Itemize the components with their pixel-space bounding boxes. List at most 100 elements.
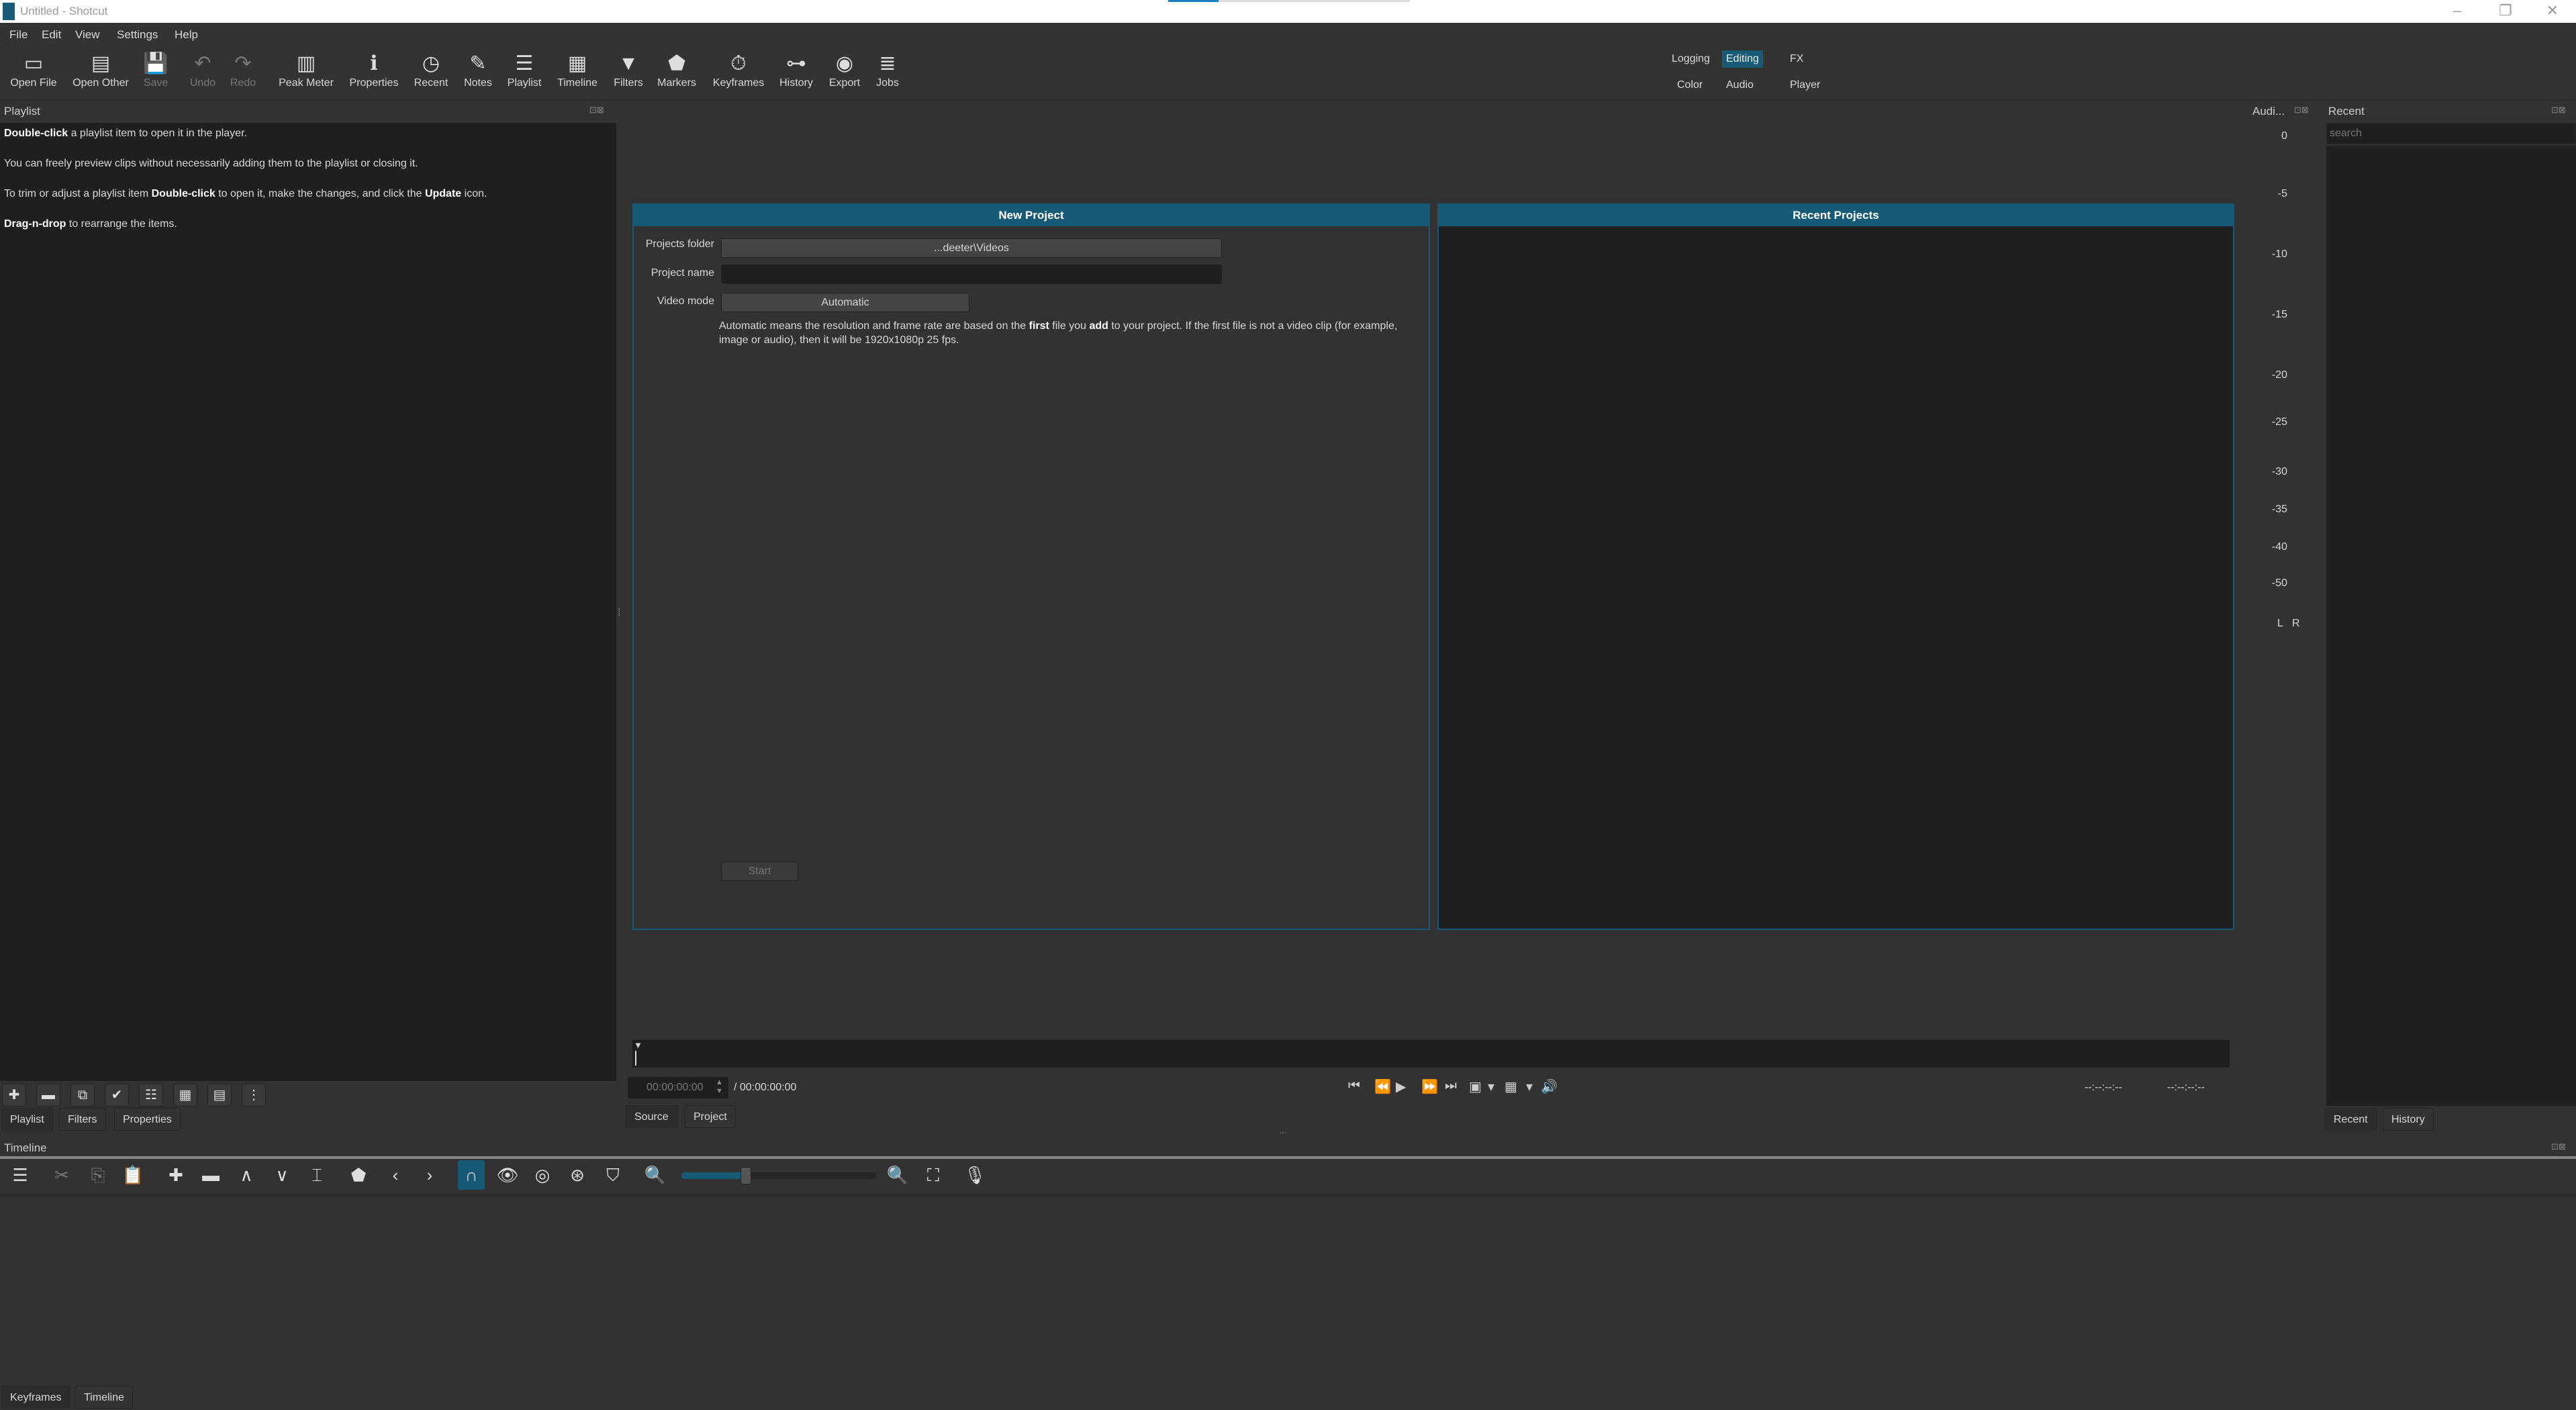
toolbar-label: Filters: [614, 77, 643, 89]
toolbar-label: Timeline: [557, 77, 598, 89]
title-bar: Untitled - Shotcut – ❐ ✕: [0, 0, 2576, 23]
zoom-out-icon[interactable]: 🔍: [642, 1160, 669, 1190]
prev-marker-icon[interactable]: ‹: [382, 1160, 409, 1190]
meter-tick-label: -35: [2271, 504, 2287, 515]
minimize-button[interactable]: –: [2444, 2, 2471, 19]
toolbar-peak-meter-button[interactable]: ▥ Peak Meter: [273, 50, 340, 89]
recent-search-input[interactable]: [2326, 123, 2576, 144]
timeline-zoom-slider[interactable]: [681, 1167, 876, 1184]
start-button[interactable]: Start: [721, 861, 798, 881]
tab-recent-recent[interactable]: Recent: [2325, 1108, 2377, 1131]
menu-file[interactable]: File: [9, 28, 28, 42]
cut-icon[interactable]: ✂: [48, 1160, 75, 1190]
dock-resize-handle[interactable]: ⋯: [1279, 1128, 1287, 1137]
tab-left-properties[interactable]: Properties: [114, 1108, 181, 1131]
project-name-input[interactable]: [721, 265, 1222, 284]
toolbar-label: Jobs: [876, 77, 899, 89]
toolbar-jobs-button[interactable]: ≣ Jobs: [854, 50, 921, 89]
fast-forward-icon[interactable]: ⏩: [1421, 1078, 1438, 1095]
scrub-bar[interactable]: ▼: [632, 1040, 2230, 1068]
workspace-player[interactable]: Player: [1786, 77, 1824, 94]
dock-float-close-icons[interactable]: ⊡⊠: [2551, 105, 2566, 115]
skip-start-icon[interactable]: ⏮: [1348, 1078, 1360, 1094]
dock-float-close-icons[interactable]: ⊡⊠: [2294, 105, 2309, 115]
paste-icon[interactable]: 📋: [120, 1160, 146, 1190]
menu-view[interactable]: View: [75, 28, 100, 42]
text-run: icon.: [461, 188, 487, 199]
snap-icon[interactable]: ∩: [458, 1160, 485, 1190]
tab-bottom-keyframes[interactable]: Keyframes: [1, 1386, 70, 1409]
toolbar-label: Notes: [464, 77, 492, 89]
ripple-icon[interactable]: ◎: [529, 1160, 556, 1190]
scrub-icon[interactable]: 👁: [494, 1160, 521, 1190]
zoom-in-icon[interactable]: 🔍: [884, 1160, 911, 1190]
toolbar-label: Keyframes: [712, 77, 765, 89]
zoom-menu-icon[interactable]: ▾: [1488, 1078, 1494, 1095]
append-icon[interactable]: ✚: [162, 1160, 189, 1190]
toolbar-open-file-button[interactable]: ▭ Open File: [0, 50, 67, 89]
menu-settings[interactable]: Settings: [117, 28, 158, 42]
split-icon[interactable]: ⌶: [303, 1160, 330, 1190]
playlist-remove-button[interactable]: ▬: [36, 1084, 60, 1107]
toolbar-keyframes-button[interactable]: ⏱ Keyframes: [705, 50, 772, 89]
playlist-help-line: Double-click a playlist item to open it …: [4, 127, 612, 140]
playlist-add-button[interactable]: ✚: [2, 1084, 26, 1107]
workspace-color[interactable]: Color: [1673, 77, 1707, 94]
toolbar-redo-button[interactable]: ↷ Redo: [209, 50, 277, 89]
grid-menu-icon[interactable]: ▾: [1526, 1078, 1533, 1095]
playlist-menu-button[interactable]: ⋮: [242, 1084, 266, 1107]
workspace-editing[interactable]: Editing: [1722, 50, 1763, 68]
playlist-tiles-view-button[interactable]: ▦: [173, 1084, 197, 1107]
project-name-label: Project name: [651, 267, 714, 279]
close-button[interactable]: ✕: [2539, 2, 2566, 19]
video-mode-select[interactable]: Automatic: [721, 293, 969, 312]
menu-help[interactable]: Help: [175, 28, 198, 42]
playhead-icon[interactable]: ▼: [634, 1040, 642, 1050]
lift-icon[interactable]: ∧: [233, 1160, 260, 1190]
next-marker-icon[interactable]: ›: [416, 1160, 443, 1190]
zoom-fit-icon[interactable]: ⛶: [920, 1160, 947, 1190]
tab-left-filters[interactable]: Filters: [59, 1108, 106, 1131]
meter-tick-label: -50: [2271, 577, 2287, 589]
play-icon[interactable]: ▶: [1396, 1078, 1406, 1095]
dock-float-close-icons[interactable]: ⊡⊠: [2551, 1141, 2566, 1152]
volume-icon[interactable]: 🔊: [1541, 1078, 1558, 1095]
menu-edit[interactable]: Edit: [42, 28, 61, 42]
zoom-slider-handle[interactable]: [740, 1167, 751, 1184]
restore-button[interactable]: ❐: [2492, 2, 2519, 19]
playlist-check-button[interactable]: ✔: [105, 1084, 129, 1107]
grid-icon[interactable]: ▦: [1505, 1078, 1517, 1095]
playlist-help[interactable]: Double-click a playlist item to open it …: [0, 123, 616, 1081]
toolbar-markers-button[interactable]: ⬟ Markers: [643, 50, 710, 89]
ripple-all-icon[interactable]: ⊛: [564, 1160, 591, 1190]
skip-end-icon[interactable]: ⏭: [1445, 1078, 1457, 1094]
rewind-icon[interactable]: ⏪: [1374, 1078, 1391, 1095]
playlist-icons-view-button[interactable]: ▤: [207, 1084, 232, 1107]
workspace-audio[interactable]: Audio: [1722, 77, 1758, 94]
recent-list[interactable]: [2326, 146, 2576, 1106]
tab-bottom-timeline[interactable]: Timeline: [75, 1386, 133, 1409]
playlist-update-button[interactable]: ⧉: [70, 1084, 95, 1107]
splitter-handle[interactable]: ⁞: [618, 608, 620, 620]
projects-folder-button[interactable]: ...deeter\Videos: [721, 238, 1222, 258]
workspace-fx[interactable]: FX: [1786, 50, 1807, 68]
playlist-details-view-button[interactable]: ☷: [139, 1084, 163, 1107]
meter-channel-l: L: [2277, 618, 2283, 629]
marker-icon[interactable]: ⬟: [345, 1160, 372, 1190]
overwrite-icon[interactable]: ∨: [269, 1160, 295, 1190]
tab-player-source[interactable]: Source: [626, 1105, 677, 1128]
dock-float-close-icons[interactable]: ⊡⊠: [589, 105, 604, 115]
tab-recent-history[interactable]: History: [2383, 1108, 2434, 1131]
workspace-logging[interactable]: Logging: [1668, 50, 1714, 68]
copy-icon[interactable]: ⎘: [85, 1160, 111, 1190]
ripple-markers-icon[interactable]: ⛉: [600, 1160, 626, 1190]
tab-left-playlist[interactable]: Playlist: [1, 1108, 53, 1131]
tab-player-project[interactable]: Project: [685, 1105, 736, 1128]
menu-icon[interactable]: ☰: [7, 1160, 34, 1190]
timeline-tracks[interactable]: [0, 1196, 2576, 1382]
zoom-fit-icon[interactable]: ▣: [1469, 1078, 1482, 1095]
position-timecode[interactable]: 00:00:00:00: [628, 1077, 728, 1098]
ripple-delete-icon[interactable]: ▬: [197, 1160, 224, 1190]
timecode-spinner[interactable]: ▲ ▼: [716, 1078, 723, 1096]
record-audio-icon[interactable]: 🎙: [961, 1160, 988, 1190]
